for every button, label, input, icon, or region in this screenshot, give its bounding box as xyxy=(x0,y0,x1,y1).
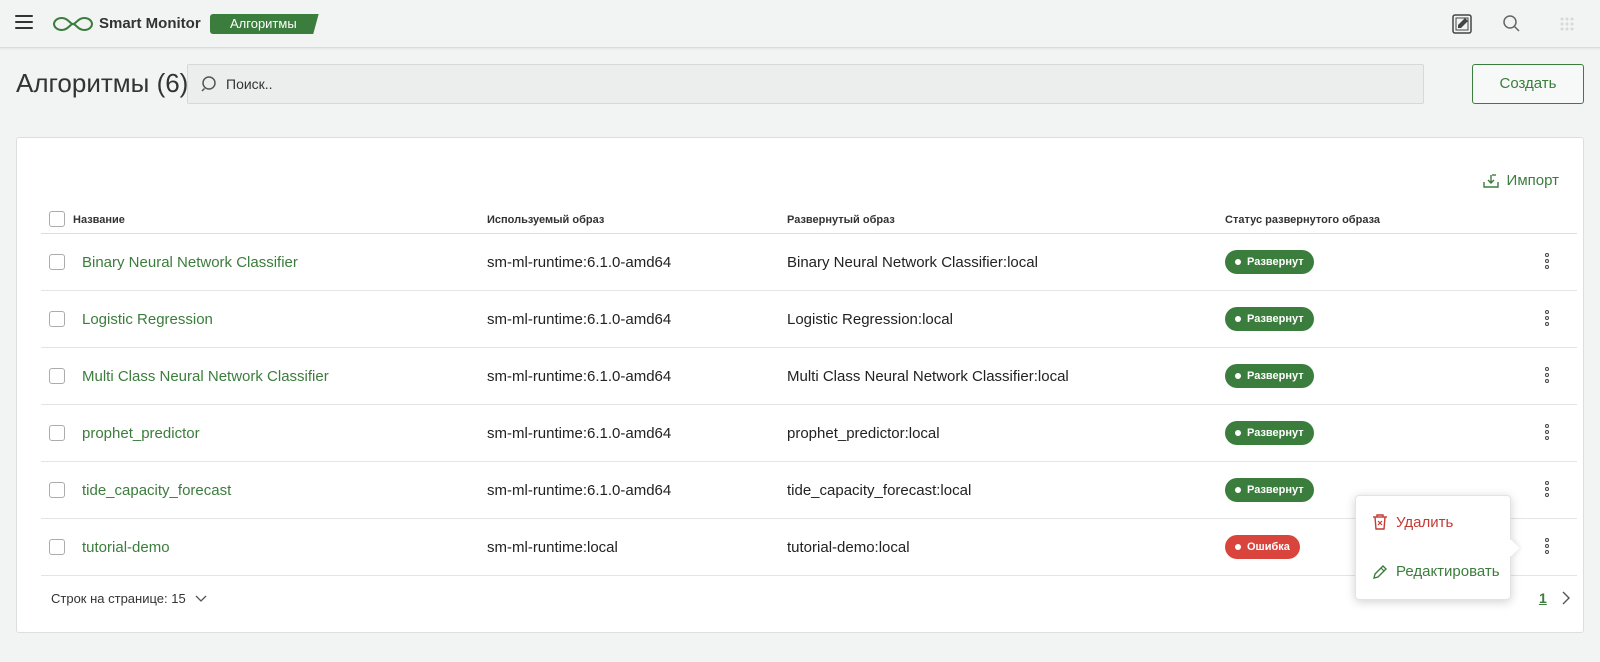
algorithm-name-link[interactable]: prophet_predictor xyxy=(82,425,200,442)
grid-dots-icon[interactable] xyxy=(1556,13,1578,35)
algorithms-table: Название Используемый образ Развернутый … xyxy=(41,204,1577,576)
row-checkbox[interactable] xyxy=(49,311,65,327)
deployed-image-cell: prophet_predictor:local xyxy=(787,425,940,442)
page-title: Алгоритмы (6) xyxy=(16,68,189,98)
deployed-image-cell: tutorial-demo:local xyxy=(787,539,910,556)
status-badge: Развернут xyxy=(1225,421,1314,445)
section-badge[interactable]: Алгоритмы xyxy=(210,14,319,34)
deployed-image-cell: Multi Class Neural Network Classifier:lo… xyxy=(787,368,1069,385)
table-row: prophet_predictor sm-ml-runtime:6.1.0-am… xyxy=(41,405,1577,462)
used-image-cell: sm-ml-runtime:6.1.0-amd64 xyxy=(487,311,672,328)
status-badge: Ошибка xyxy=(1225,535,1300,559)
row-checkbox[interactable] xyxy=(49,425,65,441)
import-button[interactable]: Импорт xyxy=(1482,172,1559,189)
algorithms-card: Импорт Название Используемый образ Разве… xyxy=(16,137,1584,633)
header-deployed-image[interactable]: Развернутый образ xyxy=(787,214,895,226)
table-row: Binary Neural Network Classifier sm-ml-r… xyxy=(41,234,1577,291)
table-footer: Строк на странице: 15 1 xyxy=(41,584,1577,614)
deployed-image-cell: tide_capacity_forecast:local xyxy=(787,482,972,499)
search-icon[interactable] xyxy=(1500,13,1522,35)
delete-menu-item[interactable]: Удалить xyxy=(1372,513,1453,531)
delete-label: Удалить xyxy=(1396,513,1454,531)
table-row: tide_capacity_forecast sm-ml-runtime:6.1… xyxy=(41,462,1577,519)
algorithm-name-link[interactable]: tide_capacity_forecast xyxy=(82,482,231,499)
row-context-menu: Удалить Редактировать xyxy=(1355,495,1511,600)
used-image-cell: sm-ml-runtime:6.1.0-amd64 xyxy=(487,482,672,499)
top-bar: Smart Monitor Алгоритмы xyxy=(0,0,1600,48)
status-badge: Развернут xyxy=(1225,307,1314,331)
rows-per-page-label: Строк на странице: 15 xyxy=(51,591,186,606)
table-row: tutorial-demo sm-ml-runtime:local tutori… xyxy=(41,519,1577,576)
deployed-image-cell: Logistic Regression:local xyxy=(787,311,953,328)
used-image-cell: sm-ml-runtime:local xyxy=(487,539,618,556)
search-field[interactable] xyxy=(187,64,1424,104)
kebab-icon[interactable] xyxy=(1541,424,1553,444)
status-badge: Развернут xyxy=(1225,250,1314,274)
deployed-image-cell: Binary Neural Network Classifier:local xyxy=(787,254,1038,271)
status-badge: Развернут xyxy=(1225,364,1314,388)
rows-per-page-select[interactable]: Строк на странице: 15 xyxy=(51,591,207,606)
row-checkbox[interactable] xyxy=(49,254,65,270)
search-icon xyxy=(201,76,216,92)
header-used-image[interactable]: Используемый образ xyxy=(487,214,604,226)
kebab-icon[interactable] xyxy=(1541,367,1553,387)
row-checkbox[interactable] xyxy=(49,482,65,498)
import-icon xyxy=(1482,173,1499,188)
table-row: Multi Class Neural Network Classifier sm… xyxy=(41,348,1577,405)
chevron-right-icon[interactable] xyxy=(1561,590,1571,606)
table-row: Logistic Regression sm-ml-runtime:6.1.0-… xyxy=(41,291,1577,348)
row-checkbox[interactable] xyxy=(49,368,65,384)
edit-note-icon[interactable] xyxy=(1451,13,1473,35)
kebab-icon[interactable] xyxy=(1541,538,1553,558)
select-all-checkbox[interactable] xyxy=(49,211,65,227)
header-status[interactable]: Статус развернутого образа xyxy=(1225,214,1380,226)
row-checkbox[interactable] xyxy=(49,539,65,555)
trash-icon xyxy=(1373,514,1387,530)
search-input[interactable] xyxy=(226,65,1406,103)
import-label: Импорт xyxy=(1506,172,1559,189)
used-image-cell: sm-ml-runtime:6.1.0-amd64 xyxy=(487,368,672,385)
algorithm-name-link[interactable]: tutorial-demo xyxy=(82,539,170,556)
chevron-down-icon xyxy=(195,595,207,602)
table-header: Название Используемый образ Развернутый … xyxy=(41,204,1577,234)
algorithm-name-link[interactable]: Logistic Regression xyxy=(82,311,213,328)
status-badge: Развернут xyxy=(1225,478,1314,502)
algorithm-name-link[interactable]: Binary Neural Network Classifier xyxy=(82,254,298,271)
edit-label: Редактировать xyxy=(1396,563,1500,580)
kebab-icon[interactable] xyxy=(1541,481,1553,501)
infinity-logo-icon[interactable] xyxy=(52,16,94,32)
kebab-icon[interactable] xyxy=(1541,253,1553,273)
create-button[interactable]: Создать xyxy=(1472,64,1584,104)
algorithm-name-link[interactable]: Multi Class Neural Network Classifier xyxy=(82,368,329,385)
hamburger-icon[interactable] xyxy=(15,15,33,31)
kebab-icon[interactable] xyxy=(1541,310,1553,330)
used-image-cell: sm-ml-runtime:6.1.0-amd64 xyxy=(487,254,672,271)
pencil-icon xyxy=(1373,564,1387,579)
pagination-page-1[interactable]: 1 xyxy=(1539,590,1547,606)
app-title[interactable]: Smart Monitor xyxy=(99,15,201,32)
used-image-cell: sm-ml-runtime:6.1.0-amd64 xyxy=(487,425,672,442)
header-name[interactable]: Название xyxy=(73,214,125,226)
edit-menu-item[interactable]: Редактировать xyxy=(1372,563,1500,580)
